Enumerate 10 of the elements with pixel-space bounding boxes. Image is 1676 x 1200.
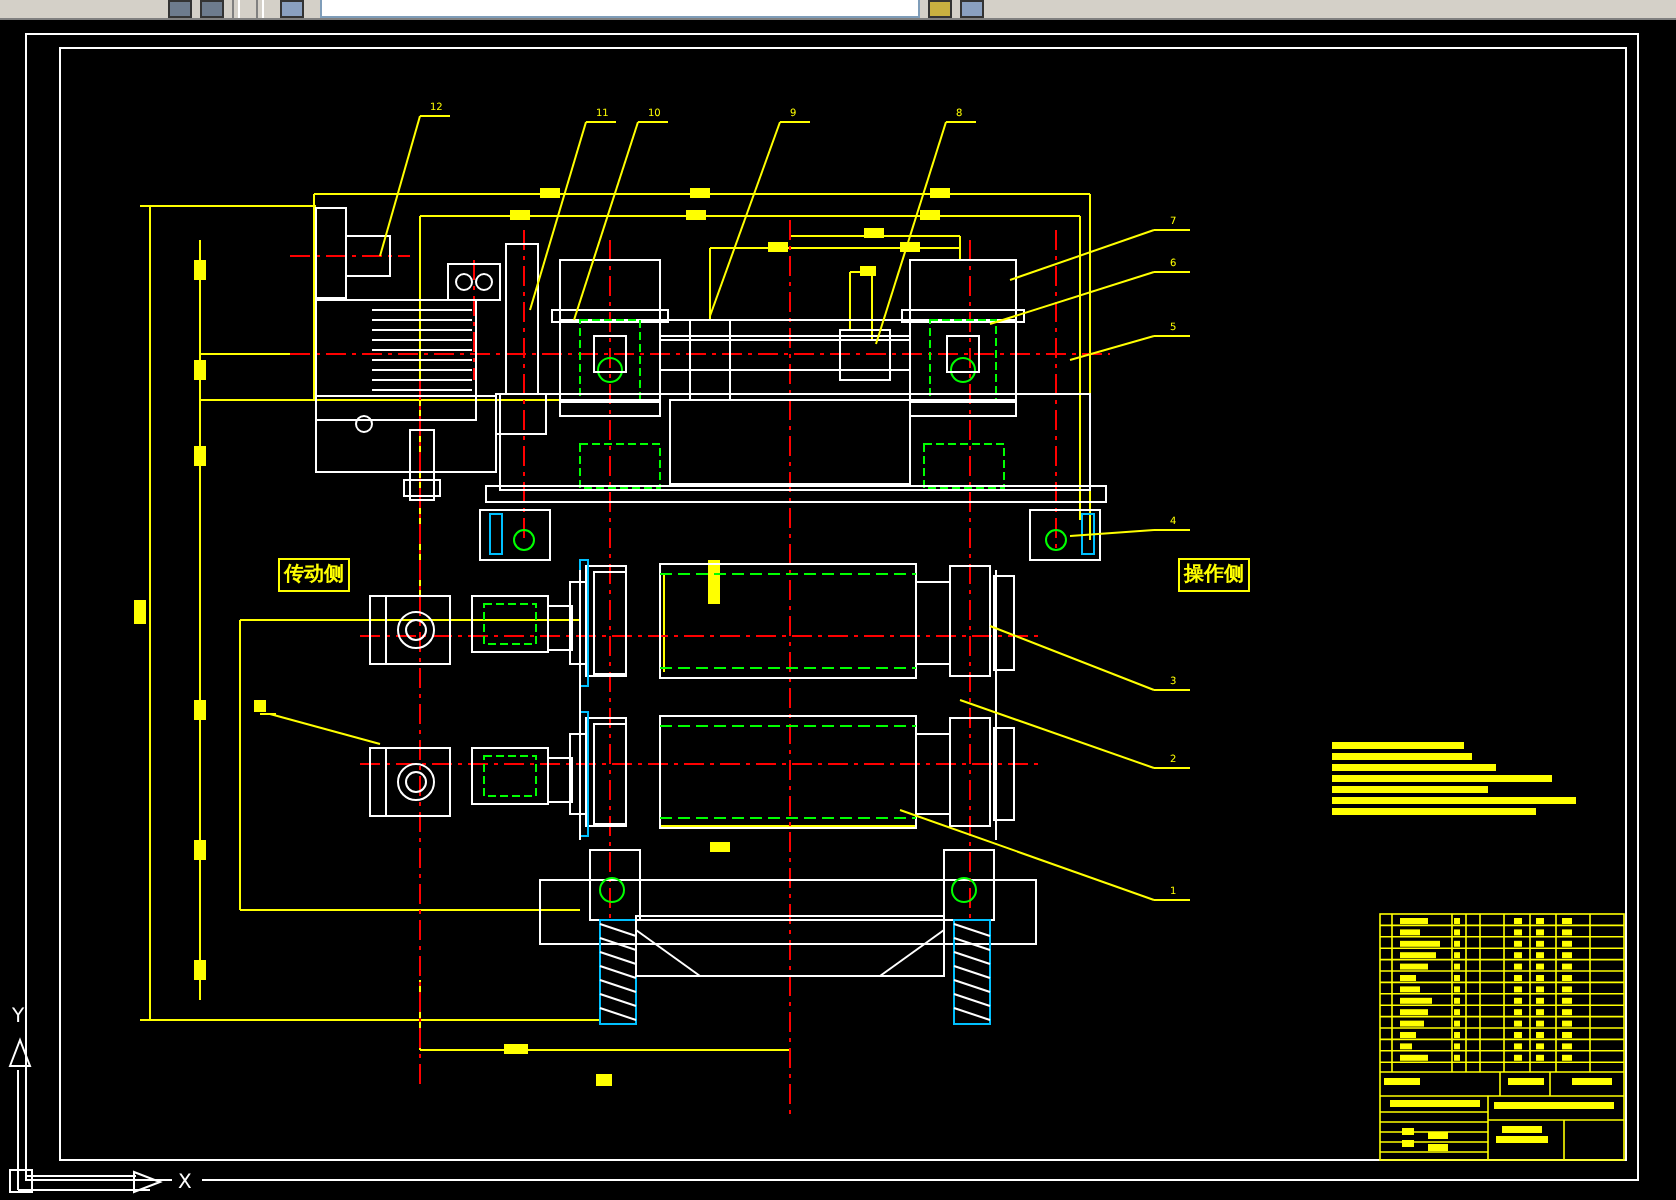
axis-label: X — [178, 1172, 192, 1194]
side-label: 传动侧 — [278, 558, 350, 592]
layer-icon[interactable] — [960, 0, 984, 18]
toolbar-icon[interactable] — [168, 0, 192, 18]
side-label: 操作侧 — [1178, 558, 1250, 592]
layer-dropdown[interactable] — [320, 0, 920, 18]
axis-label: Y — [12, 1006, 25, 1028]
toolbar-icon[interactable] — [200, 0, 224, 18]
layer-icon[interactable] — [928, 0, 952, 18]
layer-icon[interactable] — [280, 0, 304, 18]
